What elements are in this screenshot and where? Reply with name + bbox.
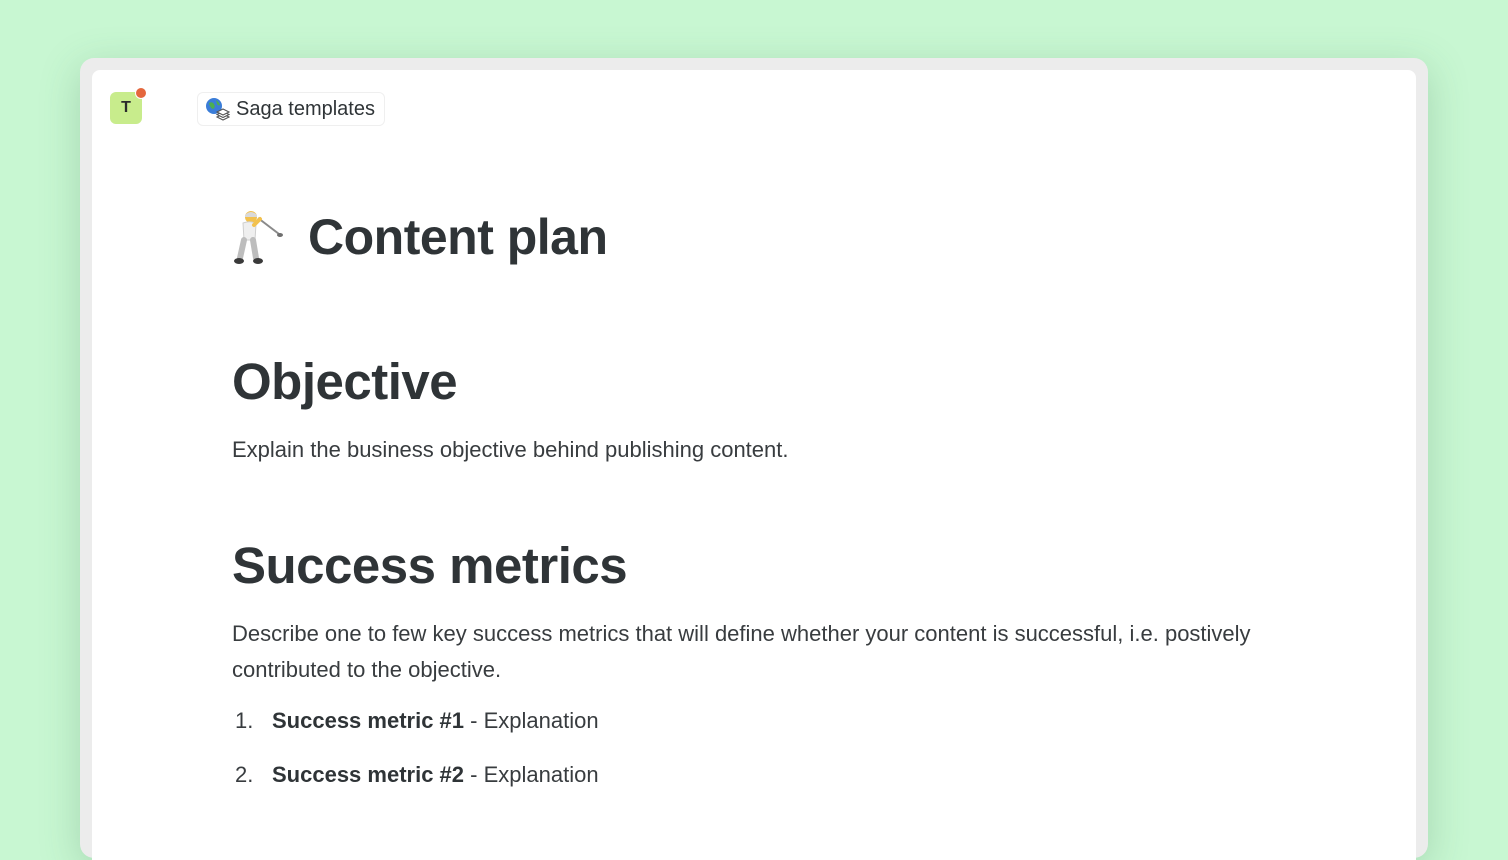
app-frame: T Saga templates Content plan Objective …: [80, 58, 1428, 860]
objective-text[interactable]: Explain the business objective behind pu…: [232, 432, 789, 468]
notification-dot: [135, 87, 147, 99]
list-item-description: - Explanation: [464, 708, 599, 733]
golfer-icon[interactable]: [232, 208, 288, 266]
breadcrumb[interactable]: Saga templates: [197, 92, 385, 126]
list-number: 1.: [235, 708, 254, 733]
list-item[interactable]: 1. Success metric #1 - Explanation: [232, 708, 599, 734]
list-item[interactable]: 2. Success metric #2 - Explanation: [232, 762, 599, 788]
objective-heading[interactable]: Objective: [232, 352, 458, 411]
page-title-text[interactable]: Content plan: [308, 208, 608, 266]
success-metrics-heading[interactable]: Success metrics: [232, 536, 628, 595]
workspace-initial: T: [121, 99, 131, 116]
page-title: Content plan: [232, 208, 608, 266]
globe-stack-icon: [206, 98, 230, 121]
list-item-description: - Explanation: [464, 762, 599, 787]
app-window: T Saga templates Content plan Objective …: [92, 70, 1416, 860]
list-item-title: Success metric #1: [272, 708, 465, 733]
workspace-avatar[interactable]: T: [110, 87, 147, 124]
list-number: 2.: [235, 762, 254, 787]
breadcrumb-label: Saga templates: [236, 97, 375, 120]
list-item-title: Success metric #2: [272, 762, 465, 787]
success-metrics-text[interactable]: Describe one to few key success metrics …: [232, 616, 1272, 688]
